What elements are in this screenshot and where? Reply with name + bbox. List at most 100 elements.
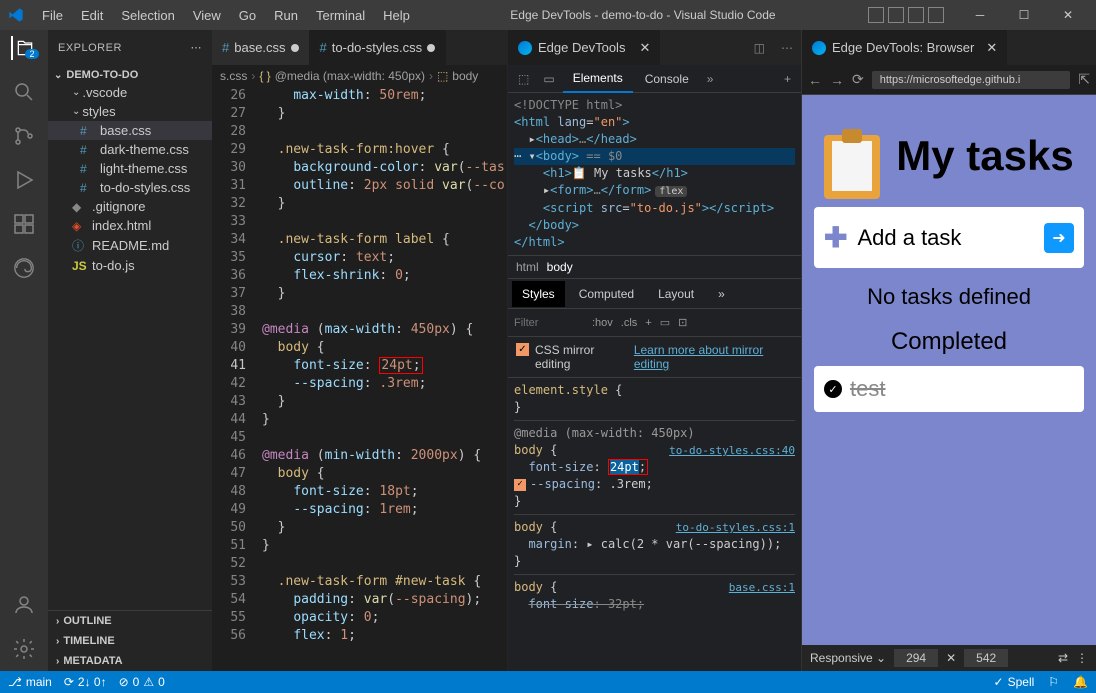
code-line[interactable]: 55 opacity: 0;	[212, 609, 507, 627]
menu-run[interactable]: Run	[266, 4, 306, 27]
maximize-button[interactable]: ☐	[1004, 1, 1044, 29]
computed-subtab[interactable]: Computed	[569, 281, 644, 307]
file-todo-js[interactable]: JSto-do.js	[48, 256, 212, 275]
inspect-icon[interactable]: ⬚	[512, 68, 535, 90]
branch-indicator[interactable]: ⎇ main	[8, 675, 52, 689]
edge-devtools-activity-icon[interactable]	[12, 256, 36, 280]
code-line[interactable]: 35 cursor: text;	[212, 249, 507, 267]
settings-gear-icon[interactable]	[12, 637, 36, 661]
layout-subtab[interactable]: Layout	[648, 281, 704, 307]
code-line[interactable]: 42 --spacing: .3rem;	[212, 375, 507, 393]
workspace-root[interactable]: ⌄DEMO-TO-DO	[48, 67, 212, 83]
menu-view[interactable]: View	[185, 4, 229, 27]
hov-button[interactable]: :hov	[592, 317, 613, 329]
open-external-icon[interactable]: ⇱	[1078, 71, 1090, 88]
file-base-css[interactable]: #base.css	[48, 121, 212, 140]
explorer-more-icon[interactable]: ⋯	[191, 41, 203, 54]
dom-tree[interactable]: <!DOCTYPE html> <html lang="en"> ▸<head>…	[508, 93, 801, 255]
search-activity-icon[interactable]	[12, 80, 36, 104]
account-icon[interactable]	[12, 593, 36, 617]
run-debug-icon[interactable]	[12, 168, 36, 192]
problems-indicator[interactable]: ⊘ 0 ⚠ 0	[119, 675, 165, 689]
code-line[interactable]: 40 body {	[212, 339, 507, 357]
code-content[interactable]: 26 max-width: 50rem;27 }2829 .new-task-f…	[212, 87, 507, 671]
file-light-theme[interactable]: #light-theme.css	[48, 159, 212, 178]
close-icon[interactable]: ✕	[986, 40, 997, 56]
code-line[interactable]: 37 }	[212, 285, 507, 303]
styles-subtab[interactable]: Styles	[512, 281, 565, 307]
reload-button[interactable]: ⟳	[852, 71, 864, 88]
mirror-link[interactable]: Learn more about mirror editing	[634, 343, 793, 371]
code-line[interactable]: 46@media (min-width: 2000px) {	[212, 447, 507, 465]
panel-mode-icon[interactable]: ⊡	[678, 316, 687, 329]
menu-go[interactable]: Go	[231, 4, 264, 27]
menu-terminal[interactable]: Terminal	[308, 4, 373, 27]
code-line[interactable]: 52	[212, 555, 507, 573]
code-line[interactable]: 31 outline: 2px solid var(--co	[212, 177, 507, 195]
code-line[interactable]: 28	[212, 123, 507, 141]
code-line[interactable]: 43 }	[212, 393, 507, 411]
file-dark-theme[interactable]: #dark-theme.css	[48, 140, 212, 159]
code-line[interactable]: 33	[212, 213, 507, 231]
code-line[interactable]: 56 flex: 1;	[212, 627, 507, 645]
outline-section[interactable]: ›OUTLINE	[48, 611, 212, 631]
responsive-dropdown[interactable]: Responsive ⌄	[810, 651, 886, 665]
code-line[interactable]: 27 }	[212, 105, 507, 123]
forward-button[interactable]: →	[830, 72, 844, 88]
metadata-section[interactable]: ›METADATA	[48, 651, 212, 671]
timeline-section[interactable]: ›TIMELINE	[48, 631, 212, 651]
code-line[interactable]: 36 flex-shrink: 0;	[212, 267, 507, 285]
folder-vscode[interactable]: ⌄.vscode	[48, 83, 212, 102]
styles-pane[interactable]: element.style {} @media (max-width: 450p…	[508, 378, 801, 671]
breadcrumb[interactable]: s.css› { }@media (max-width: 450px)› ⬚bo…	[212, 65, 507, 87]
code-line[interactable]: 39@media (max-width: 450px) {	[212, 321, 507, 339]
sync-indicator[interactable]: ⟳ 2↓ 0↑	[64, 675, 107, 689]
split-icon[interactable]: ◫	[746, 41, 773, 55]
menu-help[interactable]: Help	[375, 4, 418, 27]
dom-breadcrumb[interactable]: html body	[508, 255, 801, 279]
submit-arrow-button[interactable]: ➜	[1044, 223, 1074, 253]
menu-file[interactable]: File	[34, 4, 71, 27]
minimize-button[interactable]: ─	[960, 1, 1000, 29]
folder-styles[interactable]: ⌄styles	[48, 102, 212, 121]
code-line[interactable]: 41 font-size: 24pt;	[212, 357, 507, 375]
browser-tab[interactable]: Edge DevTools: Browser ✕	[802, 30, 1007, 65]
height-input[interactable]: 542	[964, 649, 1008, 667]
tab-base-css[interactable]: #base.css	[212, 30, 310, 65]
layout-controls[interactable]	[868, 7, 944, 23]
menu-edit[interactable]: Edit	[73, 4, 111, 27]
device-icon[interactable]: ▭	[537, 68, 560, 90]
width-input[interactable]: 294	[894, 649, 938, 667]
tab-to-do-styles[interactable]: #to-do-styles.css	[310, 30, 447, 65]
code-line[interactable]: 29 .new-task-form:hover {	[212, 141, 507, 159]
spell-indicator[interactable]: ✓ Spell	[994, 675, 1035, 689]
code-line[interactable]: 30 background-color: var(--tas	[212, 159, 507, 177]
code-line[interactable]: 49 --spacing: 1rem;	[212, 501, 507, 519]
completed-task-item[interactable]: ✓ test	[814, 366, 1084, 412]
code-line[interactable]: 47 body {	[212, 465, 507, 483]
code-line[interactable]: 50 }	[212, 519, 507, 537]
file-readme[interactable]: ⓘREADME.md	[48, 235, 212, 256]
feedback-icon[interactable]: ⚐	[1048, 675, 1059, 689]
browser-viewport[interactable]: My tasks ✚ Add a task ➜ No tasks defined…	[802, 95, 1096, 645]
cls-button[interactable]: .cls	[621, 317, 638, 329]
notifications-icon[interactable]: 🔔	[1073, 675, 1088, 689]
code-line[interactable]: 38	[212, 303, 507, 321]
extensions-icon[interactable]	[12, 212, 36, 236]
add-style-icon[interactable]: +	[645, 317, 651, 329]
flex-icon[interactable]: ▭	[660, 316, 670, 329]
elements-subtab[interactable]: Elements	[563, 65, 633, 93]
file-to-do-styles[interactable]: #to-do-styles.css	[48, 178, 212, 197]
code-line[interactable]: 54 padding: var(--spacing);	[212, 591, 507, 609]
console-subtab[interactable]: Console	[635, 66, 699, 92]
code-line[interactable]: 48 font-size: 18pt;	[212, 483, 507, 501]
styles-filter-input[interactable]	[514, 317, 584, 329]
more-tabs-icon[interactable]: »	[701, 68, 720, 90]
code-line[interactable]: 32 }	[212, 195, 507, 213]
add-tab-icon[interactable]: +	[778, 68, 797, 90]
explorer-icon[interactable]: 2	[11, 36, 35, 60]
url-input[interactable]: https://microsoftedge.github.i	[872, 71, 1071, 89]
menu-selection[interactable]: Selection	[113, 4, 182, 27]
code-line[interactable]: 53 .new-task-form #new-task {	[212, 573, 507, 591]
code-line[interactable]: 34 .new-task-form label {	[212, 231, 507, 249]
